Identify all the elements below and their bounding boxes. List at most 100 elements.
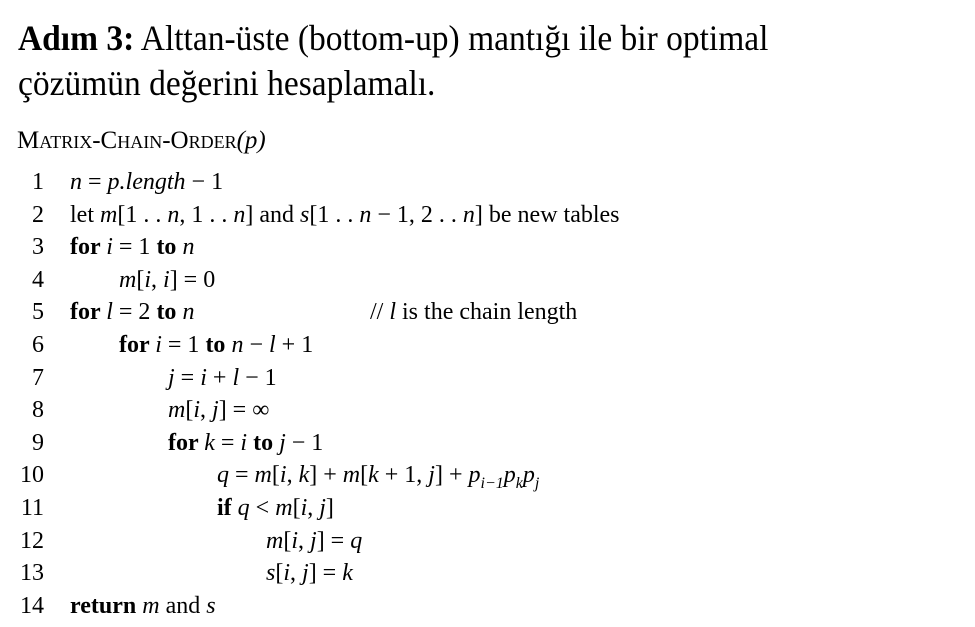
code-text: ] = — [308, 560, 343, 587]
math-symbol: i — [279, 462, 287, 489]
code-text: + 1 — [275, 332, 314, 358]
math-symbol: i — [106, 234, 113, 261]
code-text: + 1, — [378, 462, 429, 489]
code-text: [1 . . — [309, 201, 360, 228]
math-symbol: q — [350, 527, 363, 554]
code-statement: m[i, j] = ∞ — [168, 394, 269, 426]
code-text: − 1 — [239, 364, 277, 391]
line-number: 1 — [32, 169, 44, 195]
math-symbol: j — [534, 475, 540, 493]
heading-line-1: Adım 3: Alttan-üste (bottom-up) mantığı … — [18, 16, 892, 61]
code-statement: for k = i to j − 1 — [168, 427, 323, 459]
keyword: to — [205, 332, 232, 358]
code-text: let — [70, 201, 100, 228]
keyword: to — [156, 299, 183, 326]
code-text: = — [229, 462, 255, 489]
code-text: = 2 — [112, 299, 157, 326]
math-symbol: l — [106, 299, 113, 326]
keyword: return — [70, 592, 143, 619]
math-symbol: i — [291, 527, 299, 554]
math-symbol: m — [342, 462, 361, 489]
code-text: , 1 . . — [179, 201, 234, 228]
code-text: , — [298, 527, 311, 554]
math-symbol: j — [428, 462, 435, 489]
math-symbol: q — [237, 495, 250, 521]
math-symbol: m — [266, 527, 284, 554]
line-number: 2 — [32, 201, 44, 228]
heading-line-2: çözümün değerini hesaplamalı. — [18, 63, 436, 103]
code-text: ] be new tables — [474, 201, 620, 228]
keyword: for — [70, 234, 107, 261]
line-number: 3 — [32, 234, 44, 261]
code-text: = — [174, 364, 201, 391]
code-text: , — [151, 266, 164, 293]
code-text: [ — [360, 462, 369, 489]
code-text: − 1 — [285, 429, 324, 456]
line-number: 5 — [32, 299, 44, 326]
slide-heading: Adım 3: Alttan-üste (bottom-up) mantığı … — [18, 16, 892, 106]
math-symbol: s — [300, 201, 310, 228]
code-statement: if q < m[i, j] — [217, 492, 334, 524]
line-number: 10 — [20, 462, 44, 489]
code-text: , — [290, 560, 303, 587]
procedure-title: Matrix-Chain-Order(p) — [17, 126, 266, 156]
code-text: + — [206, 364, 233, 391]
math-symbol: k — [515, 475, 523, 493]
line-number: 6 — [32, 332, 44, 358]
code-text: [ — [292, 495, 301, 521]
math-symbol: m — [275, 495, 293, 521]
math-symbol: j — [212, 397, 219, 424]
math-symbol: k — [298, 462, 310, 489]
code-text: ] = 0 — [169, 266, 216, 293]
math-symbol: j — [302, 560, 309, 587]
math-symbol: p.length — [107, 169, 186, 195]
code-text: and — [159, 592, 207, 619]
keyword: to — [247, 429, 280, 456]
line-number: 4 — [32, 266, 44, 293]
math-symbol: i — [283, 560, 291, 587]
math-symbol: j — [319, 495, 326, 521]
math-symbol: m — [100, 201, 118, 228]
code-text: is the chain length — [396, 299, 578, 326]
math-symbol: i — [193, 397, 201, 424]
math-symbol: s — [266, 560, 276, 587]
math-symbol: j — [310, 527, 317, 554]
code-text: ] and — [245, 201, 300, 228]
line-number: 14 — [20, 592, 44, 619]
code-text: , — [200, 397, 213, 424]
keyword: for — [70, 299, 107, 326]
code-text: [ — [271, 462, 280, 489]
keyword: to — [156, 234, 183, 261]
keyword: for — [168, 429, 205, 456]
line-number: 12 — [20, 527, 44, 554]
code-text: = 1 — [161, 332, 206, 358]
math-symbol: q — [217, 462, 229, 489]
math-symbol: j — [279, 429, 286, 456]
procedure-name: Matrix-Chain-Order — [17, 127, 237, 154]
math-symbol: i — [155, 332, 162, 358]
math-symbol: i — [144, 266, 152, 293]
code-statement: for l = 2 to n — [70, 296, 194, 328]
code-text: ] = ∞ — [218, 397, 270, 424]
code-text: − 1 — [185, 169, 224, 195]
code-statement: s[i, j] = k — [266, 557, 353, 589]
math-symbol: m — [119, 266, 137, 293]
code-text: ] + — [434, 462, 469, 489]
code-statement: n = p.length − 1 — [70, 166, 223, 198]
math-symbol: l — [268, 332, 276, 358]
keyword: for — [119, 332, 156, 358]
code-text: , — [286, 462, 299, 489]
keyword: if — [217, 495, 238, 521]
math-symbol: n — [167, 201, 180, 228]
math-symbol: n — [182, 234, 195, 261]
math-symbol: m — [168, 397, 186, 424]
code-text: − 1, 2 . . — [371, 201, 463, 228]
code-statement: m[i, i] = 0 — [119, 264, 215, 296]
math-symbol: k — [342, 560, 353, 587]
code-text: = — [82, 169, 108, 195]
code-statement: return m and s — [70, 590, 216, 622]
code-statement: for i = 1 to n — [70, 231, 194, 263]
code-text: < — [249, 495, 276, 521]
line-number: 8 — [32, 397, 44, 424]
code-text: ] — [325, 495, 334, 521]
